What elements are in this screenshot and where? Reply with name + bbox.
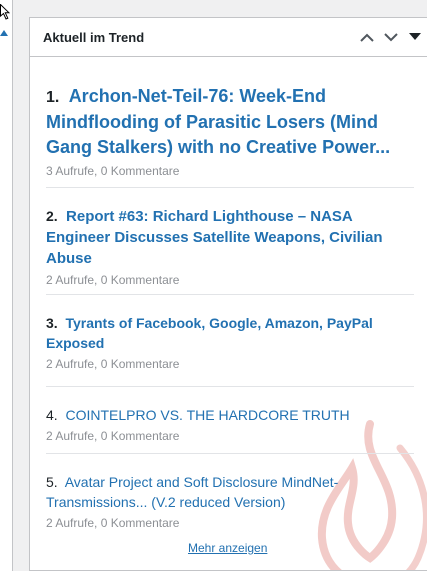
trend-headline: 3. Tyrants of Facebook, Google, Amazon, … xyxy=(46,313,414,353)
trend-link[interactable]: Report #63: Richard Lighthouse – NASA En… xyxy=(46,208,383,267)
trend-headline: 2. Report #63: Richard Lighthouse – NASA… xyxy=(46,206,414,269)
left-panel-edge xyxy=(0,0,13,571)
item-stats: 2 Aufrufe, 0 Kommentare xyxy=(46,357,180,371)
view-count: 2 Aufrufe xyxy=(46,357,95,371)
trend-link[interactable]: Archon-Net-Teil-76: Week-End Mindfloodin… xyxy=(46,86,390,157)
item-stats: 2 Aufrufe, 0 Kommentare xyxy=(46,516,180,530)
chevron-down-icon xyxy=(384,32,398,41)
chevron-up-icon xyxy=(360,33,374,42)
item-number: 3. xyxy=(46,315,58,331)
trend-item: 5. Avatar Project and Soft Disclosure Mi… xyxy=(46,454,414,538)
item-stats: 3 Aufrufe, 0 Kommentare xyxy=(46,164,180,178)
collapse-arrow-icon[interactable] xyxy=(0,30,8,36)
trend-item: 2. Report #63: Richard Lighthouse – NASA… xyxy=(46,188,414,295)
trend-item: 1. Archon-Net-Teil-76: Week-End Mindfloo… xyxy=(46,84,414,188)
move-up-button[interactable] xyxy=(355,29,379,45)
trend-headline: 5. Avatar Project and Soft Disclosure Mi… xyxy=(46,472,414,512)
comment-count: 0 Kommentare xyxy=(100,429,180,443)
view-count: 3 Aufrufe xyxy=(46,164,95,178)
comment-count: 0 Kommentare xyxy=(100,164,180,178)
item-stats: 2 Aufrufe, 0 Kommentare xyxy=(46,429,180,443)
trend-headline: 4. COINTELPRO VS. THE HARDCORE TRUTH xyxy=(46,405,414,425)
widget-title: Aktuell im Trend xyxy=(43,30,145,45)
item-stats: 2 Aufrufe, 0 Kommentare xyxy=(46,273,180,287)
trend-list: 1. Archon-Net-Teil-76: Week-End Mindfloo… xyxy=(46,84,414,538)
view-count: 2 Aufrufe xyxy=(46,273,95,287)
move-down-button[interactable] xyxy=(379,29,403,45)
trend-item: 4. COINTELPRO VS. THE HARDCORE TRUTH 2 A… xyxy=(46,387,414,454)
trend-link[interactable]: Avatar Project and Soft Disclosure MindN… xyxy=(46,474,338,510)
view-count: 2 Aufrufe xyxy=(46,429,95,443)
trend-item: 3. Tyrants of Facebook, Google, Amazon, … xyxy=(46,295,414,387)
comment-count: 0 Kommentare xyxy=(100,516,180,530)
item-number: 5. xyxy=(46,474,58,490)
toggle-panel-button[interactable] xyxy=(403,29,427,45)
trend-headline: 1. Archon-Net-Teil-76: Week-End Mindfloo… xyxy=(46,84,414,160)
trend-link[interactable]: Tyrants of Facebook, Google, Amazon, Pay… xyxy=(46,315,373,351)
trending-widget: Aktuell im Trend 1. Archon-Net-Teil-76: … xyxy=(29,17,427,571)
widget-controls xyxy=(355,29,427,45)
widget-header: Aktuell im Trend xyxy=(30,18,427,57)
view-count: 2 Aufrufe xyxy=(46,516,95,530)
trend-link[interactable]: COINTELPRO VS. THE HARDCORE TRUTH xyxy=(65,407,349,423)
item-number: 2. xyxy=(46,208,58,224)
toggle-triangle-icon xyxy=(409,33,421,40)
item-number: 4. xyxy=(46,407,58,423)
item-number: 1. xyxy=(46,89,60,106)
show-more-link[interactable]: Mehr anzeigen xyxy=(188,541,267,555)
comment-count: 0 Kommentare xyxy=(100,273,180,287)
comment-count: 0 Kommentare xyxy=(100,357,180,371)
mouse-cursor-icon xyxy=(0,4,10,20)
